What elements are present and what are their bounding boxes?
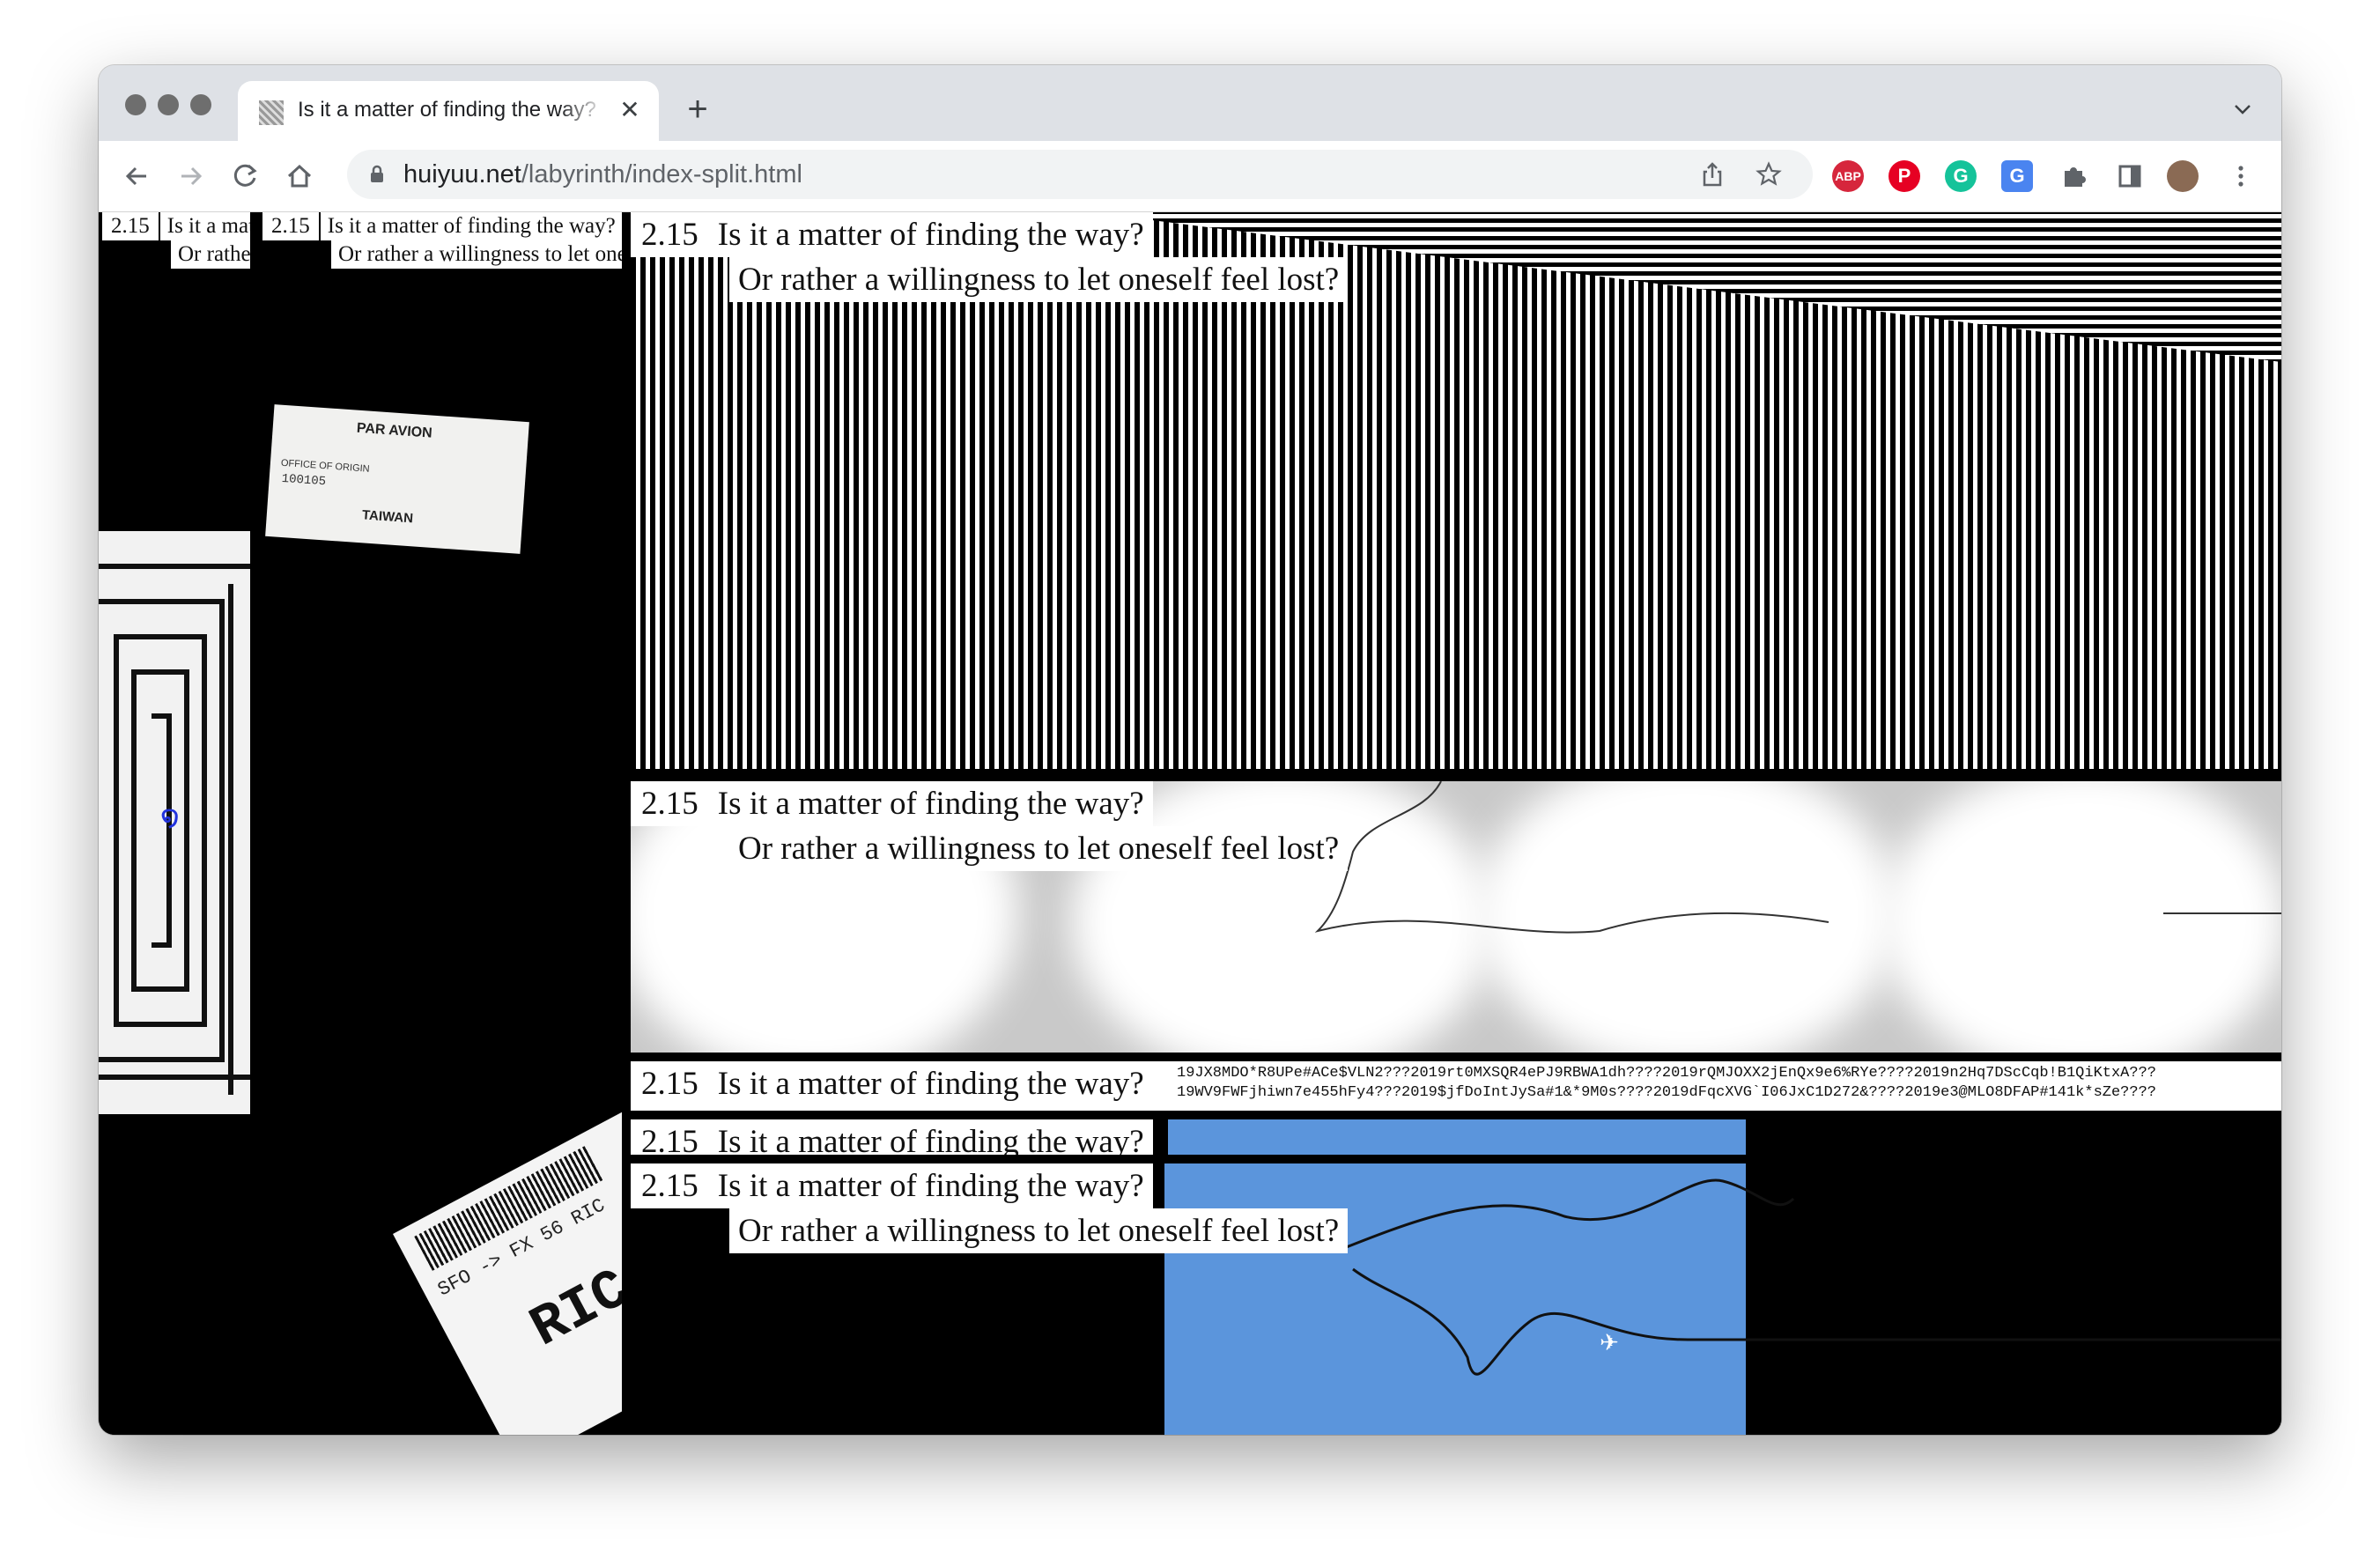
caption-block: 2.15Is it a matter of finding the way? O… — [262, 212, 622, 269]
tab-strip: Is it a matter of finding the way? ✕ + — [99, 65, 2281, 141]
caption-block: 2.15Is it a matter of finding the way? O… — [102, 212, 250, 269]
caption-block: 2.15Is it a matter of finding the way? O… — [631, 781, 1349, 871]
caption-line-1: Is it a matter of finding the way? — [708, 1163, 1153, 1208]
caption-block: 2.15Is it a matter of finding the way? O… — [631, 212, 1349, 302]
google-translate-icon[interactable]: G — [2001, 160, 2033, 192]
airmail-label: PAR AVION OFFICE OF ORIGIN 100105 TAIWAN — [265, 404, 529, 554]
taiwan-text: TAIWAN — [361, 507, 414, 527]
maze-image: ໑ — [99, 531, 250, 1114]
caption-number: 2.15 — [631, 1163, 709, 1208]
caption-number: 2.15 — [631, 212, 709, 257]
bookmark-star-icon[interactable] — [1755, 160, 1783, 188]
grammarly-icon[interactable]: G — [1945, 160, 1977, 192]
caption-number: 2.15 — [262, 212, 319, 240]
page-content: ໑ 2.15Is it a matter of finding the way?… — [99, 212, 2281, 1435]
favicon-icon — [259, 100, 284, 125]
caption-line-2: Or rather a willingness to let oneself f… — [331, 240, 622, 269]
extensions-puzzle-icon[interactable] — [2056, 159, 2091, 194]
svg-text:໑: ໑ — [160, 799, 180, 834]
side-panel-icon[interactable] — [2112, 159, 2147, 194]
home-button[interactable] — [282, 159, 317, 194]
minimize-window-button[interactable] — [158, 94, 179, 115]
close-window-button[interactable] — [125, 94, 146, 115]
caption-line-2: Or rather a willingness to let oneself f… — [729, 1208, 1349, 1253]
origin-code-text: 100105 — [281, 471, 327, 490]
profile-avatar[interactable] — [2167, 160, 2199, 192]
caption-line-2: Or rather a willingness to let oneself f… — [171, 240, 250, 269]
forward-button[interactable] — [173, 159, 208, 194]
caption-line-1: Is it a matter of finding the way? — [708, 212, 1153, 257]
back-button[interactable] — [120, 159, 155, 194]
tag-big-text: RIC — [521, 1258, 622, 1362]
caption-number: 2.15 — [631, 1119, 709, 1155]
tab-active[interactable]: Is it a matter of finding the way? ✕ — [238, 81, 659, 141]
caption-number: 2.15 — [631, 1061, 709, 1106]
split-pane-4[interactable]: 2.15 Is it a matter of finding the way? O… — [631, 781, 2281, 1053]
split-pane-3[interactable]: 2.15 Is it a matter of finding the way? O… — [631, 212, 2281, 769]
caption-line-1: Is it a matter of finding the way? — [708, 781, 1153, 826]
tab-search-chevron-icon[interactable] — [2230, 97, 2255, 122]
luggage-tag: SFO -> FX 56 RIC RIC — [393, 1084, 622, 1435]
caption-line-1: Is it a matter of finding the way? — [708, 1119, 1153, 1155]
caption-block: 2.15Is it a matter of finding the way? O… — [631, 1163, 1349, 1253]
new-tab-button[interactable]: + — [680, 92, 715, 127]
caption-line-2: Or rather a willingness to let oneself f… — [729, 257, 1349, 302]
par-avion-text: PAR AVION — [356, 420, 433, 441]
code-text-2: 19WV9FWFjhiwn7e455hFy4???2019$jfDoIntJyS… — [1177, 1084, 2156, 1101]
url-text[interactable]: huiyuu.net/labyrinth/index-split.html — [403, 160, 802, 189]
split-pane-6[interactable]: 2.15 Is it a matter of finding the way? — [631, 1119, 2281, 1155]
close-tab-icon[interactable]: ✕ — [617, 97, 643, 123]
maximize-window-button[interactable] — [190, 94, 211, 115]
caption-line-1: Is it a matter of finding the way? — [159, 212, 250, 240]
split-pane-1[interactable]: ໑ 2.15Is it a matter of finding the way?… — [99, 212, 250, 1435]
adblock-plus-icon[interactable]: ABP — [1832, 160, 1864, 192]
tab-title: Is it a matter of finding the way? — [298, 98, 596, 122]
split-pane-2[interactable]: PAR AVION OFFICE OF ORIGIN 100105 TAIWAN… — [252, 212, 622, 1435]
caption-line-2: Or rather a willingness to let oneself f… — [729, 826, 1349, 871]
lock-icon[interactable] — [365, 162, 389, 187]
pinterest-icon[interactable]: P — [1888, 160, 1920, 192]
svg-text:✈: ✈ — [1600, 1330, 1619, 1356]
browser-window: Is it a matter of finding the way? ✕ + h… — [99, 65, 2281, 1435]
caption-number: 2.15 — [631, 781, 709, 826]
toolbar: huiyuu.net/labyrinth/index-split.html AB… — [99, 141, 2281, 212]
caption-line-1: Is it a matter of finding the way? — [320, 212, 622, 240]
address-bar[interactable]: huiyuu.net/labyrinth/index-split.html — [347, 150, 1813, 199]
code-text-1: 19JX8MDO*R8UPe#ACe$VLN2???2019rt0MXSQR4e… — [1177, 1065, 2156, 1082]
reload-button[interactable] — [227, 159, 262, 194]
share-icon[interactable] — [1698, 160, 1726, 188]
menu-kebab-icon[interactable] — [2223, 159, 2258, 194]
caption-line-1: Is it a matter of finding the way? — [708, 1061, 1153, 1106]
split-pane-5[interactable]: 19JX8MDO*R8UPe#ACe$VLN2???2019rt0MXSQR4e… — [631, 1061, 2281, 1111]
caption-block: 2.15 Is it a matter of finding the way? — [631, 1061, 1153, 1106]
caption-block: 2.15 Is it a matter of finding the way? — [631, 1119, 1153, 1155]
caption-number: 2.15 — [102, 212, 159, 240]
split-pane-7[interactable]: ✈ 2.15 Is it a matter of finding the way?… — [631, 1163, 2281, 1435]
